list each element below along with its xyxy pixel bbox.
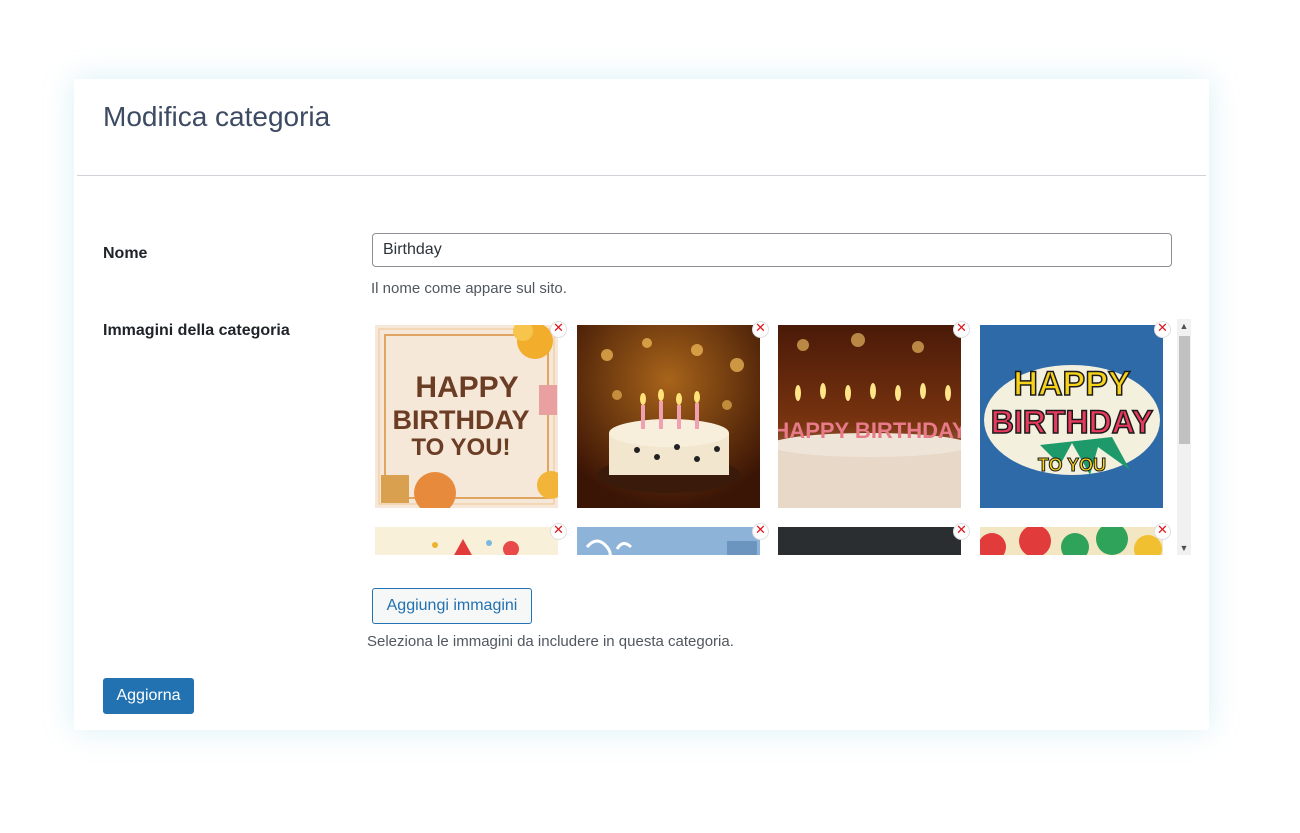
image-thumb[interactable] xyxy=(375,527,558,555)
remove-image-button[interactable]: ✕ xyxy=(1154,523,1171,540)
comic-text-line-3: TO YOU xyxy=(1038,455,1106,475)
remove-image-button[interactable]: ✕ xyxy=(953,321,970,338)
remove-image-button[interactable]: ✕ xyxy=(752,523,769,540)
close-icon: ✕ xyxy=(553,523,564,538)
comic-text-line-1: HAPPY xyxy=(1013,365,1130,403)
close-icon: ✕ xyxy=(755,523,766,538)
close-icon: ✕ xyxy=(553,321,564,336)
remove-image-button[interactable]: ✕ xyxy=(550,523,567,540)
gallery-scrollbar[interactable]: ▲ ▼ xyxy=(1177,319,1191,555)
card-text-line-3: TO YOU! xyxy=(411,434,510,461)
remove-image-button[interactable]: ✕ xyxy=(953,523,970,540)
name-label: Nome xyxy=(103,245,148,262)
chevron-down-icon[interactable]: ▼ xyxy=(1177,541,1191,555)
card-text-line-1: HAPPY xyxy=(415,371,518,404)
header-divider xyxy=(77,175,1206,176)
close-icon: ✕ xyxy=(956,523,967,538)
remove-image-button[interactable]: ✕ xyxy=(1154,321,1171,338)
image-thumb[interactable]: HAPPY BIRTHDAY xyxy=(778,325,961,508)
close-icon: ✕ xyxy=(1157,523,1168,538)
name-input[interactable] xyxy=(372,233,1172,267)
image-thumb[interactable] xyxy=(577,325,760,508)
image-thumb[interactable] xyxy=(577,527,760,555)
remove-image-button[interactable]: ✕ xyxy=(550,321,567,338)
images-help-text: Seleziona le immagini da includere in qu… xyxy=(367,633,734,650)
images-gallery[interactable]: HAPPY BIRTHDAY TO YOU! ✕ ✕ HAPPY BIRTHDA… xyxy=(370,319,1191,555)
remove-image-button[interactable]: ✕ xyxy=(752,321,769,338)
scrollbar-thumb[interactable] xyxy=(1179,336,1190,444)
close-icon: ✕ xyxy=(956,321,967,336)
close-icon: ✕ xyxy=(1157,321,1168,336)
image-thumb[interactable]: HAPPY BIRTHDAY TO YOU xyxy=(980,325,1163,508)
image-thumb[interactable] xyxy=(778,527,961,555)
image-thumb[interactable] xyxy=(980,527,1163,555)
card-text-line-2: BIRTHDAY xyxy=(392,405,529,435)
update-button[interactable]: Aggiorna xyxy=(103,678,194,714)
chevron-up-icon[interactable]: ▲ xyxy=(1177,319,1191,333)
comic-text-line-2: BIRTHDAY xyxy=(991,404,1153,440)
close-icon: ✕ xyxy=(755,321,766,336)
image-thumb[interactable]: HAPPY BIRTHDAY TO YOU! xyxy=(375,325,558,508)
images-label: Immagini della categoria xyxy=(103,322,290,339)
edit-category-card: Modifica categoria Nome Il nome come app… xyxy=(74,79,1209,730)
page-title: Modifica categoria xyxy=(103,101,331,132)
name-help-text: Il nome come appare sul sito. xyxy=(371,280,567,297)
candle-letters-text: HAPPY BIRTHDAY xyxy=(778,418,961,443)
add-images-button[interactable]: Aggiungi immagini xyxy=(372,588,532,624)
